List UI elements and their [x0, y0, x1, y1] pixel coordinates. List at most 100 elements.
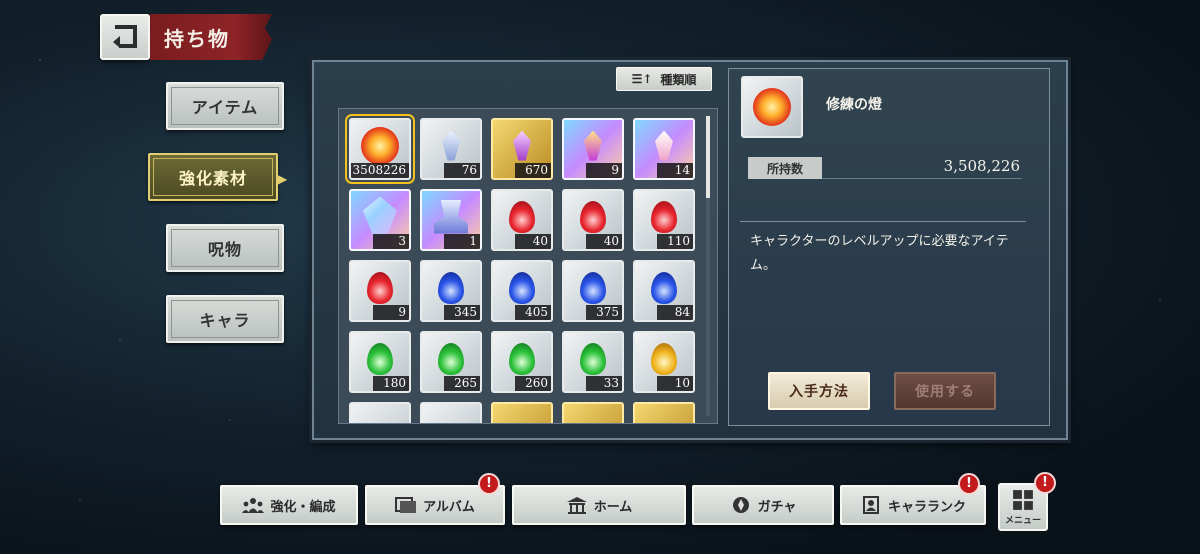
item-count: 10 [657, 376, 693, 391]
rank-notification-badge: ! [958, 473, 980, 495]
crystal-purple-icon [513, 130, 531, 161]
item-slot[interactable]: 40 [491, 189, 553, 251]
nav-home-label: ホーム [593, 499, 633, 515]
flame-green-icon [438, 342, 464, 375]
detail-divider [740, 221, 1026, 222]
item-grid: 3508226 76 670 9 14 3 1 40 40 110 9 345 405 375 84 180 2… [345, 114, 695, 423]
item-count: 76 [444, 163, 480, 178]
item-count: 3 [373, 234, 409, 249]
item-count: 40 [586, 234, 622, 249]
tab-items[interactable]: アイテム [166, 82, 284, 130]
item-count: 265 [444, 376, 480, 391]
item-slot[interactable] [349, 402, 411, 423]
page-title: 持ち物 [150, 14, 272, 60]
altar-icon [434, 199, 468, 234]
use-button[interactable]: 使用する [894, 372, 996, 410]
flame-red-icon [580, 200, 606, 233]
item-slot[interactable]: 10 [633, 331, 695, 393]
item-slot[interactable]: 110 [633, 189, 695, 251]
item-count: 3508226 [351, 163, 409, 178]
item-slot[interactable]: 84 [633, 260, 695, 322]
item-slot[interactable]: 180 [349, 331, 411, 393]
item-count: 84 [657, 305, 693, 320]
flame-red-icon [651, 200, 677, 233]
item-slot[interactable]: 33 [562, 331, 624, 393]
nav-album-label: アルバム [423, 499, 475, 515]
menu-label: メニュー [1004, 515, 1041, 526]
item-slot[interactable]: 40 [562, 189, 624, 251]
crystal-blue-icon [442, 130, 460, 161]
tab-enhance-materials[interactable]: 強化素材 [148, 153, 278, 201]
item-count: 670 [515, 163, 551, 178]
owned-divider [822, 178, 1022, 179]
owned-count-label: 所持数 [748, 157, 822, 179]
item-slot[interactable]: 375 [562, 260, 624, 322]
item-count: 1 [444, 234, 480, 249]
item-slot[interactable]: 670 [491, 118, 553, 180]
nav-gacha[interactable]: ガチャ [692, 485, 834, 525]
character-portrait-icon [862, 496, 879, 514]
rainbow-gem-icon [363, 196, 397, 237]
menu-notification-badge: ! [1034, 472, 1056, 494]
flame-blue-icon [438, 271, 464, 304]
flame-green-icon [580, 342, 606, 375]
nav-home[interactable]: ホーム [512, 485, 686, 525]
flame-blue-icon [580, 271, 606, 304]
item-slot[interactable] [491, 402, 553, 423]
item-count: 33 [586, 376, 622, 391]
item-slot[interactable]: 260 [491, 331, 553, 393]
sort-label: 種類順 [660, 72, 697, 87]
item-slot[interactable] [420, 402, 482, 423]
album-notification-badge: ! [478, 473, 500, 495]
item-count: 260 [515, 376, 551, 391]
detail-description: キャラクターのレベルアップに必要なアイテム。 [750, 234, 1009, 273]
lantern-orb-icon [361, 126, 399, 165]
item-slot[interactable]: 265 [420, 331, 482, 393]
flame-red-icon [367, 271, 393, 304]
obtain-method-button[interactable]: 入手方法 [768, 372, 870, 410]
item-slot[interactable]: 9 [349, 260, 411, 322]
nav-enhance-formation[interactable]: 強化・編成 [220, 485, 358, 525]
gacha-emblem-icon [732, 497, 749, 513]
album-icon [395, 497, 417, 513]
item-slot[interactable]: 345 [420, 260, 482, 322]
item-count: 40 [515, 234, 551, 249]
detail-item-name: 修練の燈 [826, 97, 882, 113]
flame-blue-icon [509, 271, 535, 304]
item-slot[interactable]: 3508226 [345, 114, 415, 184]
item-slot[interactable]: 3 [349, 189, 411, 251]
item-count: 9 [373, 305, 409, 320]
item-slot[interactable] [562, 402, 624, 423]
item-slot[interactable]: 76 [420, 118, 482, 180]
menu-grid-icon [1013, 489, 1033, 510]
lantern-orb-icon [753, 88, 791, 126]
active-tab-arrow-icon: ▶ [278, 172, 288, 186]
flame-green-icon [367, 342, 393, 375]
scroll-thumb[interactable] [706, 116, 710, 198]
tab-characters[interactable]: キャラ [166, 295, 284, 343]
temple-home-icon [566, 497, 587, 514]
sort-button[interactable]: ☰↑ 種類順 [616, 67, 712, 91]
item-slot[interactable]: 9 [562, 118, 624, 180]
item-count: 405 [515, 305, 551, 320]
sort-icon: ☰↑ [631, 72, 653, 86]
nav-enhance-label: 強化・編成 [270, 499, 336, 515]
item-count: 345 [444, 305, 480, 320]
item-slot[interactable]: 405 [491, 260, 553, 322]
item-slot[interactable] [633, 402, 695, 423]
item-count: 14 [657, 163, 693, 178]
party-icon [242, 498, 265, 513]
item-slot[interactable]: 14 [633, 118, 695, 180]
back-button[interactable] [100, 14, 150, 60]
flame-green-icon [509, 342, 535, 375]
flame-blue-icon [651, 271, 677, 304]
item-count: 110 [657, 234, 693, 249]
item-grid-container: 3508226 76 670 9 14 3 1 40 40 110 9 345 405 375 84 180 2… [338, 108, 718, 424]
grid-scrollbar[interactable] [706, 116, 710, 416]
item-slot[interactable]: 1 [420, 189, 482, 251]
return-arrow-icon [113, 25, 137, 48]
crystal-pink-icon [655, 130, 673, 161]
tab-cursed-objects[interactable]: 呪物 [166, 224, 284, 272]
detail-item-icon [741, 76, 803, 138]
item-count: 375 [586, 305, 622, 320]
